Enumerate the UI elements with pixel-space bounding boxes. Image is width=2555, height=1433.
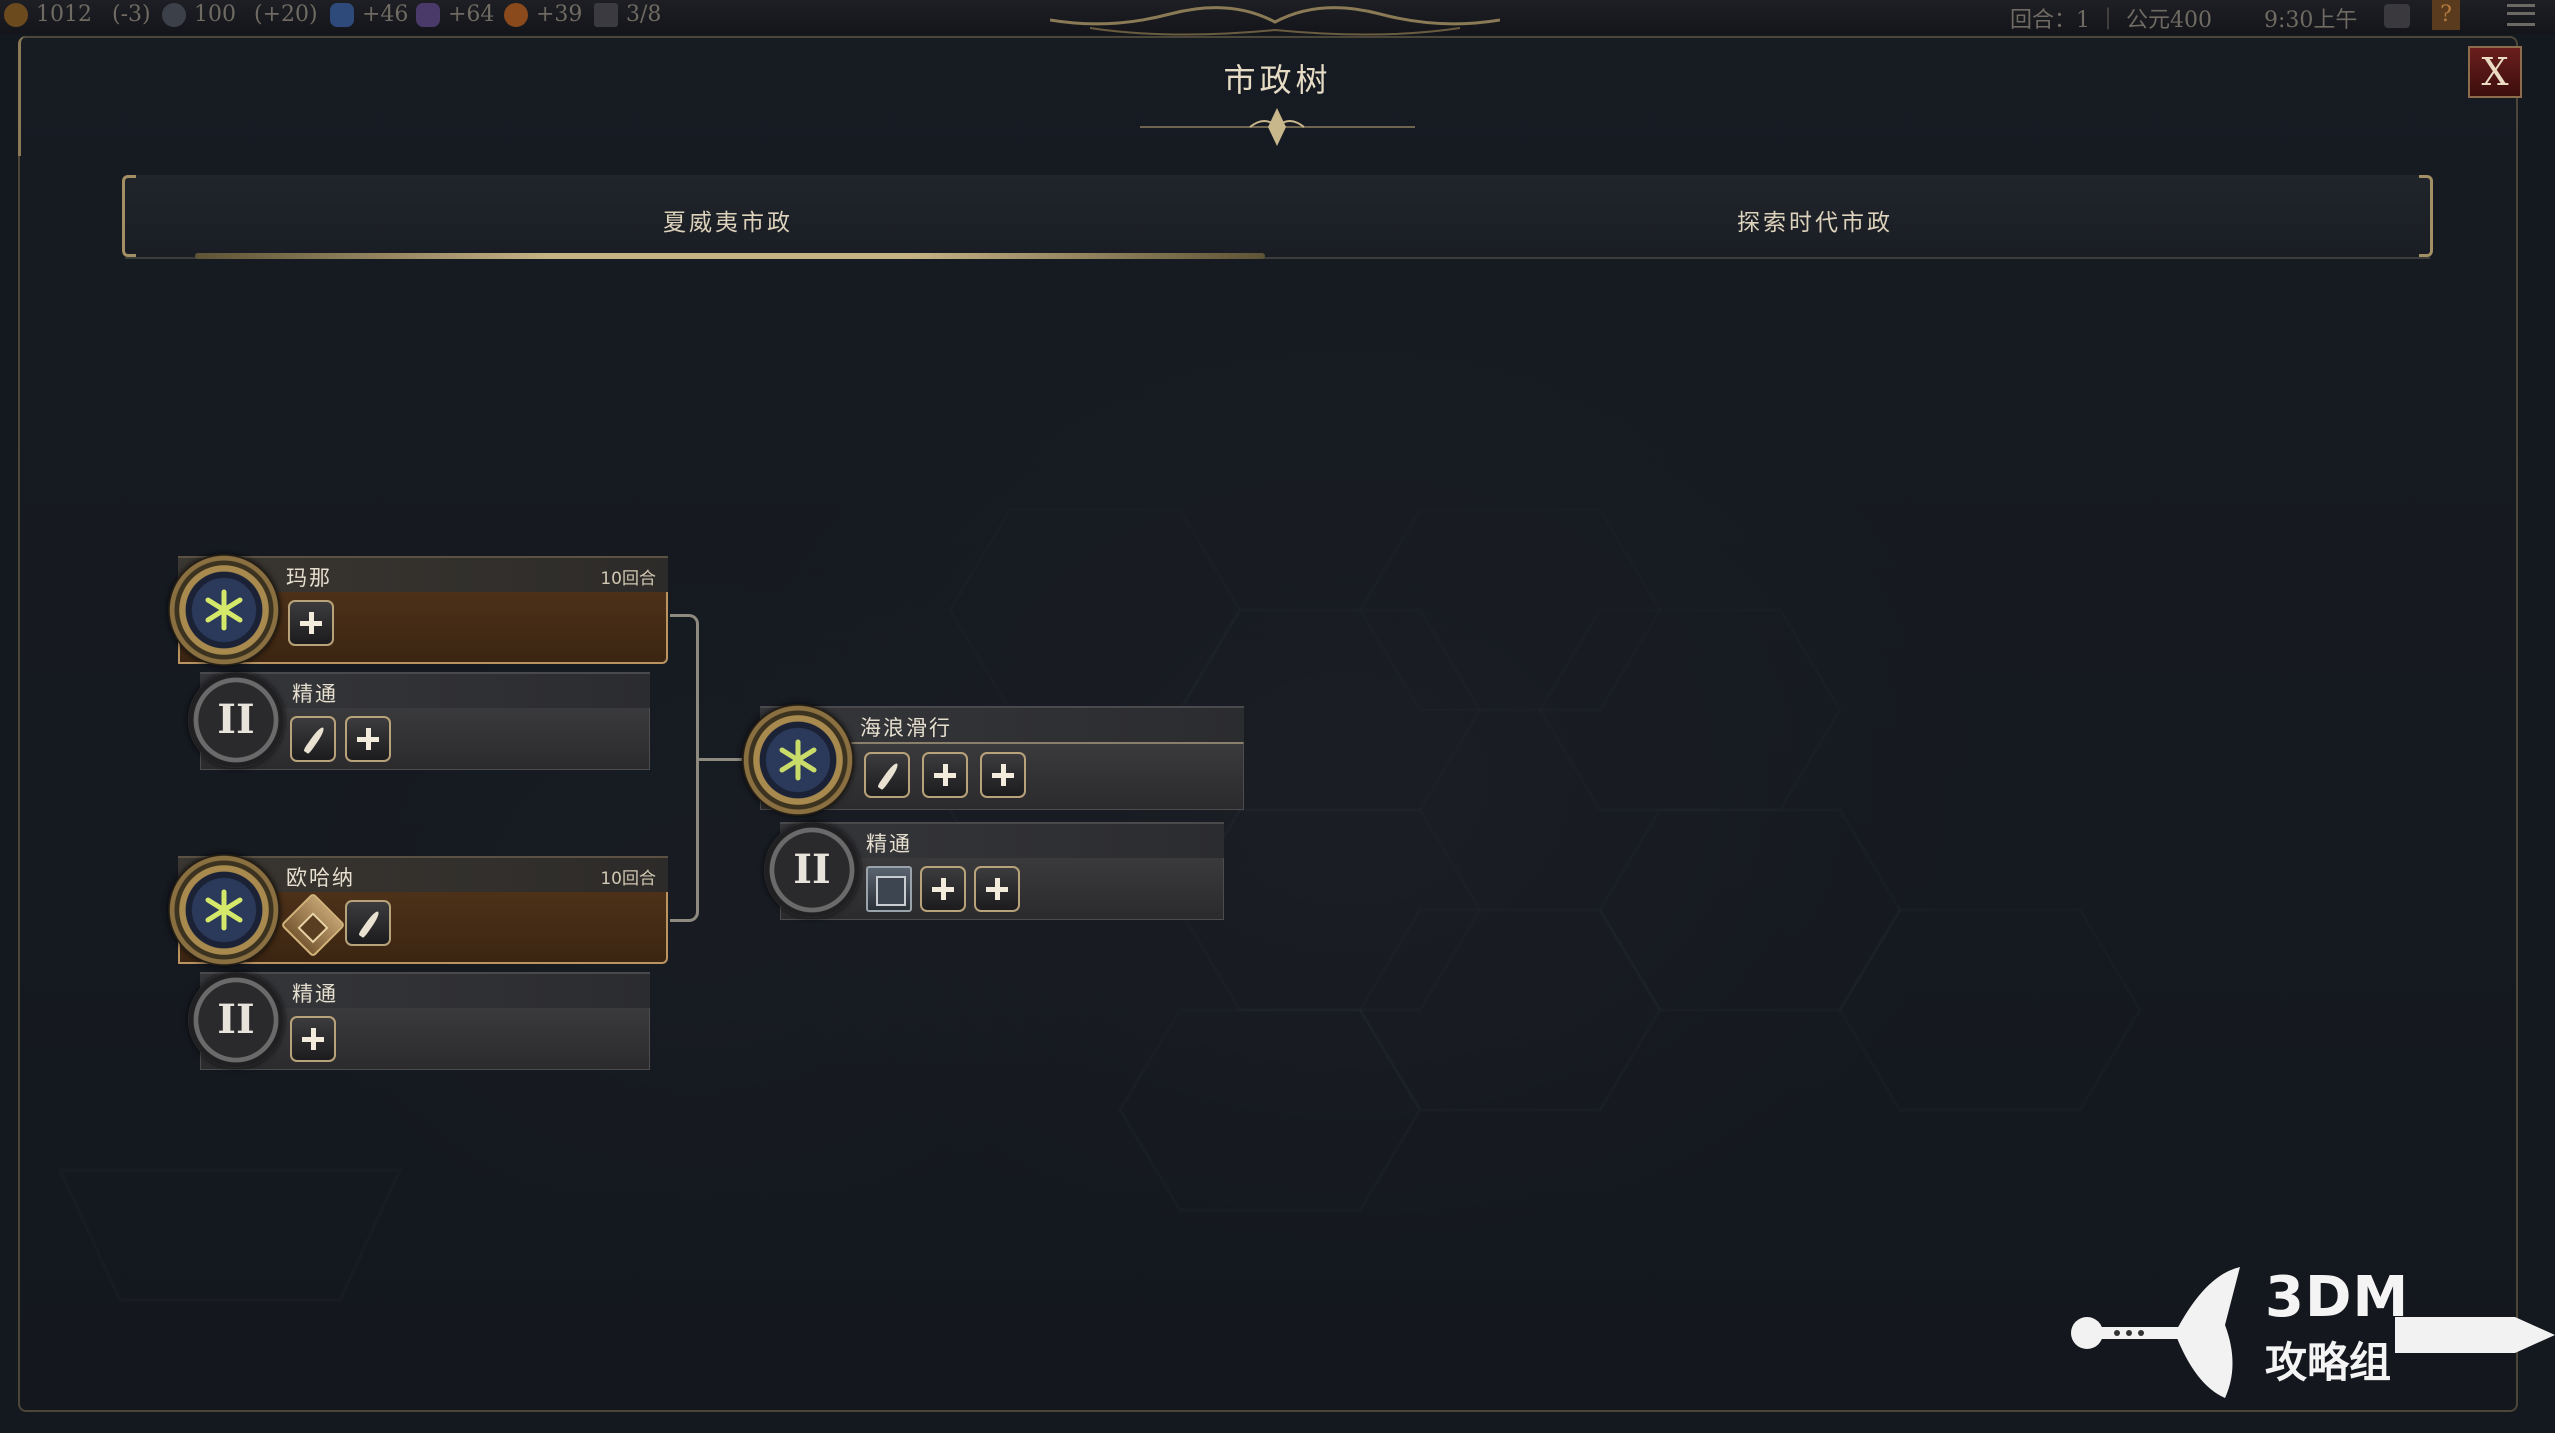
mastery-name: 精通 [292, 682, 338, 706]
civic-name: 欧哈纳 [286, 866, 355, 890]
mastery-level-icon: II [188, 972, 284, 1068]
tree-connector [670, 614, 699, 922]
civic-name: 海浪滑行 [860, 716, 952, 740]
hawaiian-civic-emblem-icon [168, 854, 280, 966]
window-title: 市政树 [1223, 61, 1332, 99]
hawaiian-civic-emblem-icon [742, 704, 854, 816]
sword-icon [2071, 1267, 2240, 1398]
feather-icon[interactable] [345, 900, 391, 946]
feather-icon[interactable] [290, 716, 336, 762]
active-tab-underline [195, 253, 1265, 259]
civic-name: 玛那 [286, 566, 332, 590]
turns-remaining: 10回合 [600, 569, 656, 589]
feather-icon[interactable] [864, 752, 910, 798]
plus-icon[interactable] [290, 1016, 336, 1062]
mastery-name: 精通 [866, 832, 912, 856]
tab-bracket-right [2419, 175, 2433, 257]
plus-icon[interactable] [920, 866, 966, 912]
blade-icon [2395, 1317, 2555, 1353]
mastery-level-icon: II [764, 822, 860, 918]
plus-icon[interactable] [922, 752, 968, 798]
civic-tabs: 夏威夷市政 探索时代市政 [122, 175, 2433, 259]
unit-portrait-icon[interactable] [866, 866, 912, 912]
tab-hawaiian-civics[interactable]: 夏威夷市政 [663, 203, 793, 237]
tab-exploration-age-civics[interactable]: 探索时代市政 [1737, 203, 1893, 237]
plus-icon[interactable] [974, 866, 1020, 912]
watermark-subtitle: 攻略组 [2265, 1338, 2392, 1387]
tree-connector [696, 758, 744, 761]
watermark-brand: 3DM [2265, 1265, 2410, 1330]
tab-bracket-left [122, 175, 136, 257]
hawaiian-civic-emblem-icon [168, 554, 280, 666]
close-button[interactable]: X [2468, 46, 2522, 98]
plus-icon[interactable] [345, 716, 391, 762]
mastery-level-icon: II [188, 672, 284, 768]
title-ornament [1140, 108, 1415, 146]
mastery-name: 精通 [292, 982, 338, 1006]
plus-icon[interactable] [980, 752, 1026, 798]
turns-remaining: 10回合 [600, 869, 656, 889]
watermark-logo: 3DM 攻略组 [2065, 1265, 2555, 1400]
plus-icon[interactable] [288, 600, 334, 646]
